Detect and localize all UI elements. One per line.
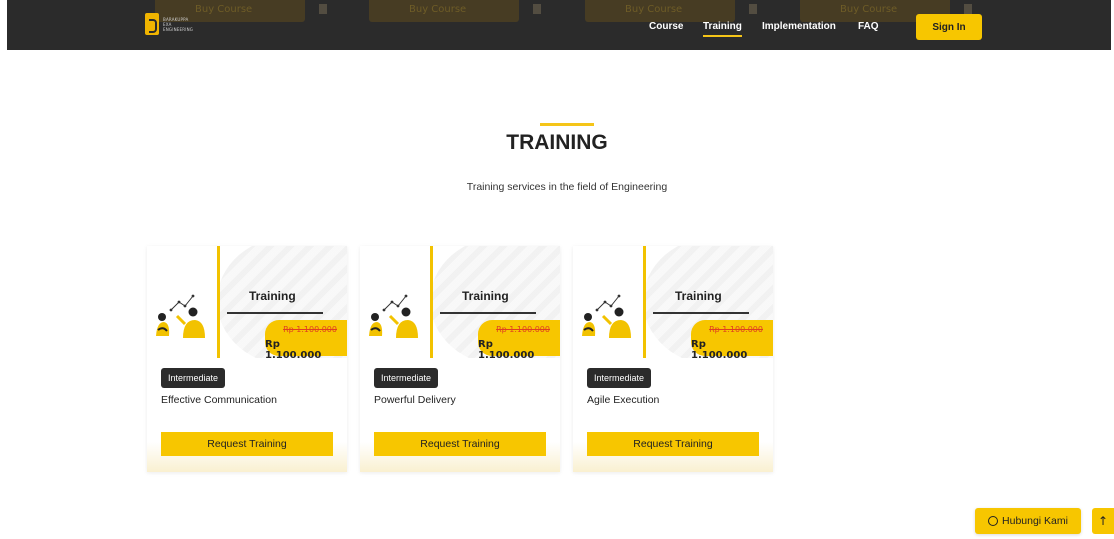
price-tag: Rp 1.100.000 Rp 1.100.000 <box>478 320 560 358</box>
training-card[interactable]: Training Rp 1.100.000 Rp 1.100.000 Inter… <box>147 246 347 472</box>
nav-course[interactable]: Course <box>649 21 683 32</box>
price-original: Rp 1.100.000 <box>709 325 763 334</box>
cart-icon <box>964 4 972 14</box>
price-current: Rp 1.100.000 <box>478 339 535 358</box>
ghost-button-label: Buy Course <box>625 4 683 15</box>
price-original: Rp 1.100.000 <box>496 325 550 334</box>
level-badge: Intermediate <box>374 368 439 388</box>
course-title: Powerful Delivery <box>374 394 456 406</box>
logo-text: BARAKUPPA EXA ENGINEERING <box>163 17 193 32</box>
price-original: Rp 1.100.000 <box>283 325 337 334</box>
presenter-illustration-icon <box>582 294 631 338</box>
price-tag: Rp 1.100.000 Rp 1.100.000 <box>691 320 773 358</box>
training-card[interactable]: Training Rp 1.100.000 Rp 1.100.000 Inter… <box>360 246 560 472</box>
ghost-buy-course-button: Buy Course <box>585 0 757 22</box>
price-tag: Rp 1.100.000 Rp 1.100.000 <box>265 320 347 358</box>
whatsapp-label: Hubungi Kami <box>1002 515 1068 527</box>
cart-icon <box>319 4 327 14</box>
whatsapp-icon <box>988 516 999 526</box>
price-current: Rp 1.100.000 <box>691 339 748 358</box>
thumb-rule <box>653 312 749 314</box>
scroll-to-top-button[interactable]: ↑ <box>1092 508 1114 534</box>
request-training-button[interactable]: Request Training <box>374 432 546 456</box>
course-title: Agile Execution <box>587 394 660 406</box>
arrow-up-icon: ↑ <box>1097 514 1109 528</box>
ghost-buy-course-button: Buy Course <box>369 0 541 22</box>
thumb-rule <box>440 312 536 314</box>
thumb-divider <box>430 246 433 358</box>
thumb-training-label: Training <box>675 289 722 303</box>
request-training-button[interactable]: Request Training <box>161 432 333 456</box>
card-thumbnail: Training Rp 1.100.000 Rp 1.100.000 <box>360 246 560 358</box>
section-title: TRAINING <box>506 131 608 154</box>
price-current: Rp 1.100.000 <box>265 339 322 358</box>
course-title: Effective Communication <box>161 394 277 406</box>
ghost-button-label: Buy Course <box>195 4 253 15</box>
nav-faq[interactable]: FAQ <box>858 21 879 32</box>
ghost-button-label: Buy Course <box>840 4 898 15</box>
level-badge: Intermediate <box>587 368 652 388</box>
thumb-training-label: Training <box>462 289 509 303</box>
thumb-divider <box>643 246 646 358</box>
presenter-illustration-icon <box>156 294 205 338</box>
thumb-rule <box>227 312 323 314</box>
card-thumbnail: Training Rp 1.100.000 Rp 1.100.000 <box>147 246 347 358</box>
whatsapp-contact-button[interactable]: Hubungi Kami <box>975 508 1081 534</box>
sign-in-button[interactable]: Sign In <box>916 14 982 40</box>
card-thumbnail: Training Rp 1.100.000 Rp 1.100.000 <box>573 246 773 358</box>
section-subtitle: Training services in the field of Engine… <box>466 181 668 193</box>
nav-training[interactable]: Training <box>703 21 742 37</box>
logo-icon <box>145 13 159 35</box>
thumb-divider <box>217 246 220 358</box>
thumb-training-label: Training <box>249 289 296 303</box>
cart-icon <box>749 4 757 14</box>
training-card[interactable]: Training Rp 1.100.000 Rp 1.100.000 Inter… <box>573 246 773 472</box>
cart-icon <box>533 4 541 14</box>
ghost-button-label: Buy Course <box>409 4 467 15</box>
brand-logo[interactable]: BARAKUPPA EXA ENGINEERING <box>145 13 193 35</box>
logo-line: ENGINEERING <box>163 26 194 32</box>
presenter-illustration-icon <box>369 294 418 338</box>
level-badge: Intermediate <box>161 368 226 388</box>
nav-implementation[interactable]: Implementation <box>762 21 836 32</box>
request-training-button[interactable]: Request Training <box>587 432 759 456</box>
title-accent-bar <box>540 123 594 126</box>
top-navbar: Buy Course Buy Course Buy Course Buy Cou… <box>7 0 1111 50</box>
